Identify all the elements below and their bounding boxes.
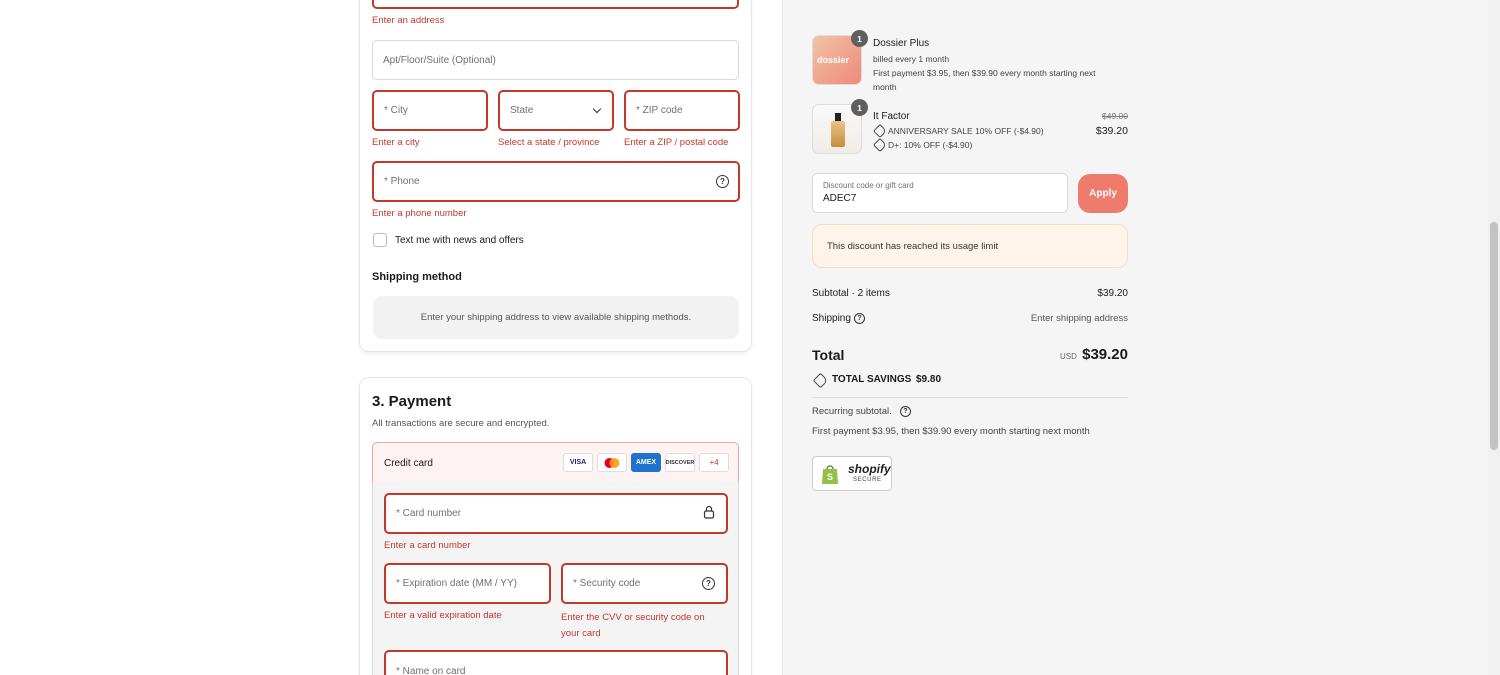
name-on-card-input[interactable]: * Name on card (384, 650, 728, 675)
payment-heading: 3. Payment (372, 393, 452, 410)
city-input[interactable]: * City (372, 90, 488, 131)
state-select[interactable]: State (498, 90, 614, 131)
item-price: $39.20 (1095, 125, 1128, 137)
name-on-card-placeholder: * Name on card (396, 666, 466, 675)
credit-card-label: Credit card (384, 458, 433, 469)
lock-icon (703, 505, 715, 522)
shopify-secure-badge: S shopify SECURE (812, 456, 892, 491)
state-placeholder: State (510, 105, 534, 116)
recurring-label: Recurring subtotal. (812, 406, 892, 417)
apt-input[interactable]: Apt/Floor/Suite (Optional) (372, 40, 739, 80)
city-placeholder: * City (384, 105, 408, 116)
discount-code-label: Discount code or gift card (823, 181, 914, 190)
quantity-badge: 1 (851, 99, 868, 116)
card-number-input[interactable]: * Card number (384, 493, 728, 534)
shipping-methods-placeholder: Enter your shipping address to view avai… (373, 296, 739, 339)
help-icon[interactable]: ? (854, 313, 865, 324)
zip-error: Enter a ZIP / postal code (624, 137, 729, 148)
chevron-down-icon (592, 104, 602, 114)
scrollbar-thumb[interactable] (1490, 222, 1498, 450)
total-value: $39.20 (1082, 346, 1128, 363)
quantity-badge: 1 (851, 30, 868, 47)
perfume-bottle-icon (831, 113, 845, 147)
total-currency: USD (1060, 352, 1077, 361)
phone-error: Enter a phone number (372, 208, 467, 219)
help-icon[interactable]: ? (900, 406, 911, 417)
amex-icon: AMEX (631, 453, 661, 472)
city-error: Enter a city (372, 137, 420, 148)
phone-placeholder: * Phone (384, 176, 420, 187)
billing-frequency: billed every 1 month (873, 54, 950, 64)
help-icon[interactable]: ? (702, 577, 715, 590)
cvv-placeholder: * Security code (573, 578, 641, 589)
shipping-label: Shipping (812, 313, 851, 324)
subtotal-value: $39.20 (1097, 288, 1128, 299)
shipping-message: Enter your shipping address to view avai… (420, 312, 692, 323)
shopify-wordmark: shopify (848, 462, 891, 476)
shipping-method-heading: Shipping method (372, 271, 462, 283)
total-label: Total (812, 347, 845, 363)
discover-icon: DISCOVER (665, 453, 695, 472)
cvv-error: Enter the CVV or security code on your c… (561, 612, 705, 639)
shipping-value: Enter shipping address (1030, 313, 1128, 324)
mastercard-icon (597, 453, 627, 472)
discount-line: ANNIVERSARY SALE 10% OFF (-$4.90) (888, 126, 1044, 136)
discount-notice-text: This discount has reached its usage limi… (827, 240, 999, 252)
item-name: Dossier Plus (873, 38, 930, 49)
apt-placeholder: Apt/Floor/Suite (Optional) (383, 54, 496, 66)
card-number-placeholder: * Card number (396, 508, 462, 519)
discount-notice: This discount has reached its usage limi… (812, 224, 1128, 268)
help-icon[interactable]: ? (716, 175, 729, 188)
billing-terms: First payment $3.95, then $39.90 every m… (873, 68, 1096, 78)
address-error: Enter an address (372, 15, 445, 26)
state-error: Select a state / province (498, 137, 600, 148)
subtotal-label: Subtotal · 2 items (812, 288, 890, 299)
apply-button[interactable]: Apply (1078, 174, 1128, 213)
original-price: $49.00 (1102, 111, 1128, 121)
zip-placeholder: * ZIP code (636, 105, 683, 116)
discount-code-value: ADEC7 (823, 193, 857, 204)
order-summary-panel (782, 0, 1500, 675)
phone-input[interactable]: * Phone (372, 161, 740, 202)
credit-card-option[interactable]: Credit card VISA AMEX DISCOVER +4 (372, 442, 739, 483)
divider (812, 397, 1128, 398)
dossier-logo: dossier (817, 55, 850, 65)
recurring-text: First payment $3.95, then $39.90 every m… (812, 426, 1090, 437)
shopify-secure-text: SECURE (853, 477, 882, 483)
total-savings-label: TOTAL SAVINGS (832, 374, 912, 385)
text-me-label: Text me with news and offers (395, 235, 524, 246)
expiry-input[interactable]: * Expiration date (MM / YY) (384, 563, 551, 604)
item-name: It Factor (873, 111, 910, 122)
total-savings-value: $9.80 (916, 374, 942, 385)
address-input[interactable] (372, 0, 739, 9)
billing-terms-cont: month (873, 82, 897, 92)
more-cards-badge: +4 (699, 453, 729, 472)
payment-subheading: All transactions are secure and encrypte… (372, 418, 550, 429)
svg-text:S: S (827, 472, 833, 482)
discount-code-input[interactable]: Discount code or gift card ADEC7 (812, 173, 1068, 213)
card-number-error: Enter a card number (384, 540, 471, 551)
text-me-checkbox[interactable] (373, 233, 387, 247)
visa-icon: VISA (563, 453, 593, 472)
discount-line: D+: 10% OFF (-$4.90) (888, 140, 973, 150)
expiry-error: Enter a valid expiration date (384, 610, 502, 621)
shopify-bag-icon: S (822, 465, 838, 484)
zip-input[interactable]: * ZIP code (624, 90, 740, 131)
expiry-placeholder: * Expiration date (MM / YY) (396, 578, 517, 589)
